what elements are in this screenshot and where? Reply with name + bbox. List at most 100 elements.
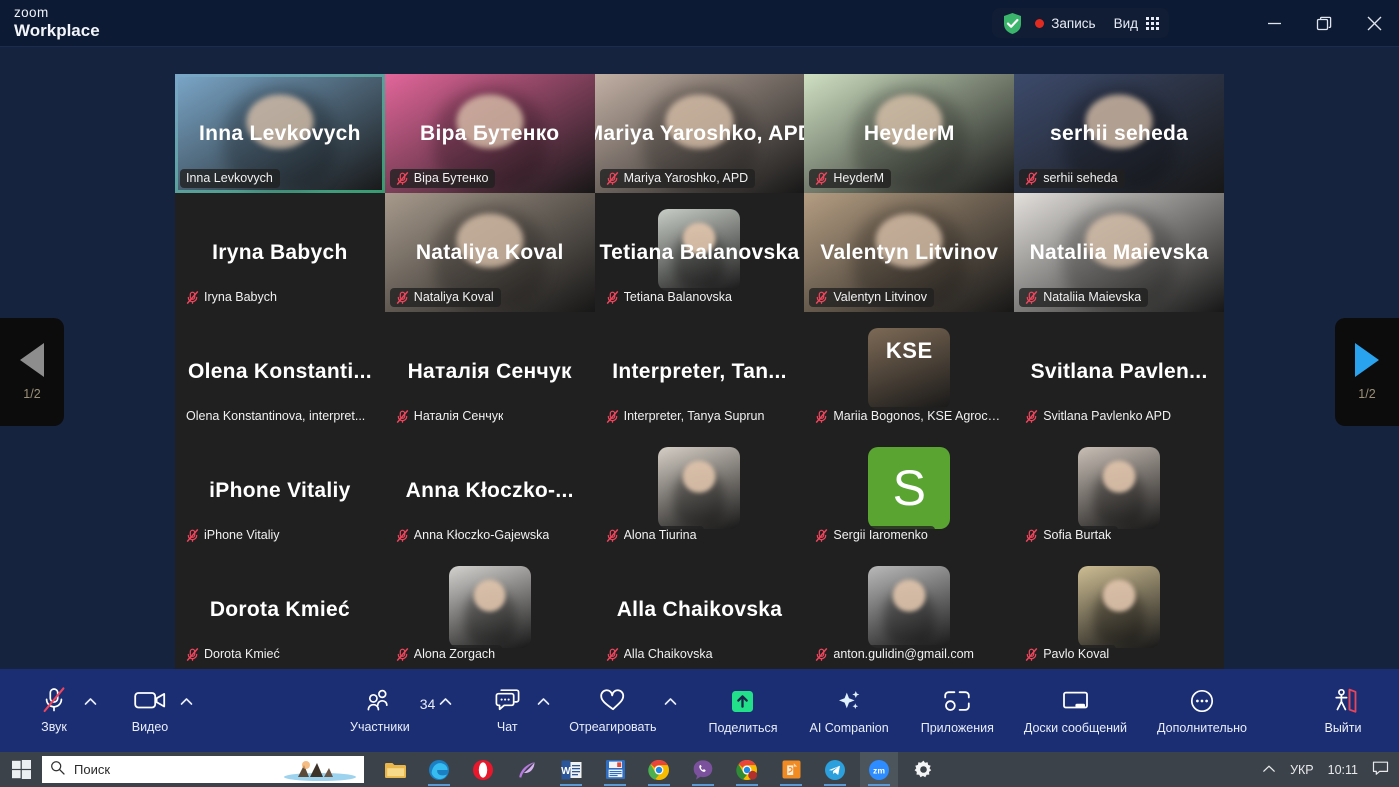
participants-button[interactable]: Участники (346, 685, 414, 734)
minimize-button[interactable] (1249, 0, 1299, 47)
participant-tile[interactable]: Svitlana Pavlen... Svitlana Pavlenko APD (1014, 312, 1224, 431)
chat-button[interactable]: Чат (481, 685, 533, 734)
excel-icon[interactable] (596, 752, 634, 787)
participant-name-chip: Nataliia Maievska (1019, 288, 1149, 307)
settings-gear-icon[interactable] (904, 752, 942, 787)
chrome-icon[interactable] (640, 752, 678, 787)
participant-tile[interactable]: Mariya Yaroshko, APD Mariya Yaroshko, APD (594, 74, 805, 193)
participant-tile[interactable]: serhii seheda serhii seheda (1014, 74, 1224, 193)
leave-meeting-button[interactable]: Выйти (1317, 686, 1369, 735)
participant-name: Alla Chaikovska (623, 647, 713, 661)
avatar-initial-letter: S (892, 460, 926, 517)
apps-button[interactable]: Приложения (917, 686, 998, 735)
edge-icon[interactable] (420, 752, 458, 787)
word-icon[interactable]: W (552, 752, 590, 787)
audio-button[interactable]: Звук (28, 685, 80, 734)
close-button[interactable] (1349, 0, 1399, 47)
whiteboards-button[interactable]: Доски сообщений (1020, 686, 1131, 735)
participant-tile[interactable]: Tetiana Balanovska Tetiana Balanovska (594, 193, 805, 312)
participant-name: Pavlo Koval (1043, 647, 1110, 661)
view-button[interactable]: Вид (1114, 16, 1159, 31)
ai-companion-button[interactable]: AI Companion (806, 686, 893, 735)
gallery-prev-page-button[interactable]: 1/2 (0, 318, 64, 426)
clock[interactable]: 10:11 (1328, 763, 1358, 777)
participant-name: Віра Бутенко (413, 171, 489, 185)
maximize-button[interactable] (1299, 0, 1349, 47)
zoom-icon[interactable]: zm (860, 752, 898, 787)
participant-avatar-photo (868, 566, 951, 649)
windows-start-icon[interactable] (0, 752, 42, 787)
participant-name-chip: Interpreter, Tanya Suprun (599, 407, 772, 426)
participant-tile[interactable]: Anna Kłoczko-... Anna Kłoczko-Gajewska (384, 431, 595, 550)
share-screen-button[interactable]: Поделиться (704, 686, 781, 735)
participant-name-chip: Olena Konstantinova, interpret... (180, 407, 373, 426)
participant-tile[interactable]: HeyderM HeyderM (804, 74, 1015, 193)
participant-tile[interactable]: S Sergii Iaromenko (804, 431, 1015, 550)
participant-tile[interactable]: Iryna Babych Iryna Babych (175, 193, 385, 312)
video-options-caret[interactable] (176, 685, 196, 737)
pdf-doc-icon[interactable] (772, 752, 810, 787)
zoom-workplace-logo: zoom Workplace (14, 6, 100, 39)
participant-tile[interactable]: Olena Konstanti... Olena Konstantinova, i… (175, 312, 385, 431)
telegram-icon[interactable] (816, 752, 854, 787)
sparkle-icon (834, 686, 864, 716)
participant-name-chip: iPhone Vitaliy (180, 526, 287, 545)
participant-name-chip: HeyderM (809, 169, 892, 188)
file-explorer-icon[interactable] (376, 752, 414, 787)
windows-taskbar: Поиск W zm УКР 10:11 (0, 752, 1399, 787)
participant-avatar-photo: KSE (868, 328, 951, 411)
paint-feather-icon[interactable] (508, 752, 546, 787)
apps-label: Приложения (920, 721, 994, 735)
shield-check-icon[interactable] (1002, 12, 1023, 35)
participant-name: Dorota Kmieć (204, 647, 280, 661)
participant-name-chip: Pavlo Koval (1019, 645, 1117, 664)
viber-icon[interactable] (684, 752, 722, 787)
participant-name-chip: Iryna Babych (180, 288, 284, 307)
chevron-up-icon[interactable] (1262, 763, 1276, 777)
participant-name: Svitlana Pavlenko APD (1043, 409, 1172, 423)
heart-icon (598, 685, 628, 715)
react-button[interactable]: Отреагировать (565, 685, 660, 734)
video-button[interactable]: Видео (124, 685, 176, 734)
participant-name-chip: Nataliya Koval (389, 288, 501, 307)
participant-avatar-photo (1078, 447, 1161, 530)
microphone-muted-icon (1025, 647, 1038, 661)
search-input[interactable]: Поиск (42, 756, 364, 783)
recording-indicator[interactable]: Запись (1035, 16, 1096, 31)
microphone-muted-icon (1025, 290, 1038, 304)
whiteboards-label: Доски сообщений (1023, 721, 1128, 735)
gallery-next-page-button[interactable]: 1/2 (1335, 318, 1399, 426)
microphone-muted-icon (815, 647, 828, 661)
participant-tile[interactable]: Pavlo Koval (1014, 550, 1224, 669)
chrome-beta-icon[interactable] (728, 752, 766, 787)
participant-name: Iryna Babych (204, 290, 277, 304)
participant-tile[interactable]: anton.gulidin@gmail.com (804, 550, 1015, 669)
participants-options-caret[interactable] (435, 685, 455, 737)
participant-tile[interactable]: Dorota Kmieć Dorota Kmieć (175, 550, 385, 669)
microphone-muted-icon (396, 290, 409, 304)
participant-tile[interactable]: Alla Chaikovska Alla Chaikovska (594, 550, 805, 669)
participant-tile[interactable]: Inna Levkovych Inna Levkovych (175, 74, 385, 193)
participant-tile[interactable]: KSE Mariia Bogonos, KSE Agroce... (804, 312, 1015, 431)
participant-tile[interactable]: Interpreter, Tan... Interpreter, Tanya Su… (594, 312, 805, 431)
audio-options-caret[interactable] (80, 685, 100, 737)
react-options-caret[interactable] (660, 685, 680, 737)
chat-label: Чат (496, 719, 518, 734)
participant-tile[interactable]: Alona Zorgach (384, 550, 595, 669)
microphone-muted-icon (396, 647, 409, 661)
chat-options-caret[interactable] (533, 685, 553, 737)
window-controls (1249, 0, 1399, 47)
participant-tile[interactable]: iPhone Vitaliy iPhone Vitaliy (175, 431, 385, 550)
participant-tile[interactable]: Nataliia Maievska Nataliia Maievska (1014, 193, 1224, 312)
participant-tile[interactable]: Наталія Сенчук Наталія Сенчук (384, 312, 595, 431)
participant-tile[interactable]: Sofia Burtak (1014, 431, 1224, 550)
participant-tile[interactable]: Valentyn Litvinov Valentyn Litvinov (804, 193, 1015, 312)
participant-tile[interactable]: Віра Бутенко Віра Бутенко (384, 74, 595, 193)
participant-tile[interactable]: Alona Tiurina (594, 431, 805, 550)
ellipsis-icon (1189, 686, 1215, 716)
participant-tile[interactable]: Nataliya Koval Nataliya Koval (384, 193, 595, 312)
opera-icon[interactable] (464, 752, 502, 787)
notification-icon[interactable] (1372, 760, 1389, 779)
language-indicator[interactable]: УКР (1290, 763, 1314, 777)
more-button[interactable]: Дополнительно (1153, 686, 1251, 735)
